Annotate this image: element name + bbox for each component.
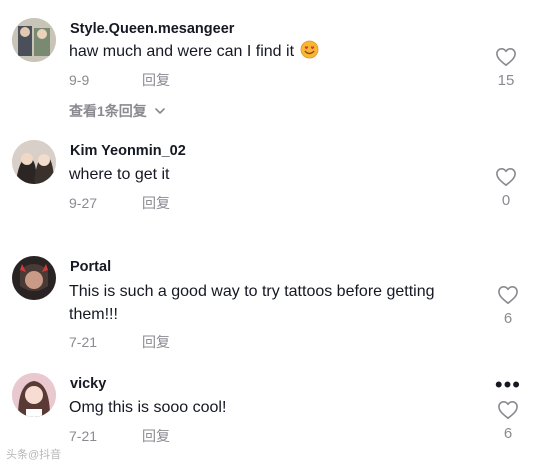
avatar[interactable] <box>12 140 56 184</box>
comment-date: 9-9 <box>69 72 90 88</box>
view-replies-label: 查看1条回复 <box>69 103 147 119</box>
avatar[interactable] <box>12 18 56 62</box>
reply-button[interactable]: 回复 <box>142 195 170 211</box>
heart-outline-icon <box>496 168 516 186</box>
avatar-image <box>12 140 56 184</box>
comment-text: where to get it <box>69 166 170 183</box>
comment-text: This is such a good way to try tattoos b… <box>69 283 435 323</box>
reply-button[interactable]: 回复 <box>142 428 170 444</box>
comment-text: Omg this is sooo cool! <box>69 399 227 416</box>
comment-meta: 9-27 回复 <box>69 193 170 213</box>
like-button[interactable]: 0 <box>491 167 521 209</box>
comment-username[interactable]: Portal <box>70 259 111 275</box>
reply-button[interactable]: 回复 <box>142 72 170 88</box>
comment-meta: 9-9 回复 <box>69 70 170 90</box>
smiling-face-with-heart-eyes-icon <box>301 40 319 59</box>
more-horizontal-icon[interactable]: ••• <box>495 374 521 396</box>
comment-username[interactable]: Style.Queen.mesangeer <box>70 21 234 37</box>
comment-meta: 7-21 回复 <box>69 426 170 446</box>
avatar-image <box>12 18 56 62</box>
chevron-down-icon <box>154 108 165 114</box>
avatar[interactable] <box>12 256 56 300</box>
heart-outline-icon <box>498 401 518 419</box>
view-replies-button[interactable]: 查看1条回复 <box>69 101 166 121</box>
comment-date: 9-27 <box>69 195 98 211</box>
heart-outline-icon <box>498 286 518 304</box>
comment-meta: 7-21 回复 <box>69 332 170 352</box>
comment-date: 7-21 <box>69 334 98 350</box>
comment-username[interactable]: Kim Yeonmin_02 <box>70 143 186 159</box>
like-button[interactable]: 6 <box>493 400 523 442</box>
avatar-image <box>12 256 56 300</box>
avatar-image <box>12 373 56 417</box>
like-count: 0 <box>501 192 511 209</box>
heart-outline-icon <box>496 48 516 66</box>
comment-text-body: haw much and were can I find it <box>69 43 295 60</box>
comment-username[interactable]: vicky <box>70 376 106 392</box>
like-button[interactable]: 15 <box>491 47 521 89</box>
comment-text: haw much and were can I find it <box>69 40 469 63</box>
like-count: 6 <box>503 310 513 327</box>
like-button[interactable]: 6 <box>493 285 523 327</box>
like-count: 15 <box>497 72 515 89</box>
reply-button[interactable]: 回复 <box>142 334 170 350</box>
like-count: 6 <box>503 425 513 442</box>
watermark: 头条@抖音 <box>6 449 62 461</box>
avatar[interactable] <box>12 373 56 417</box>
comment-date: 7-21 <box>69 428 98 444</box>
